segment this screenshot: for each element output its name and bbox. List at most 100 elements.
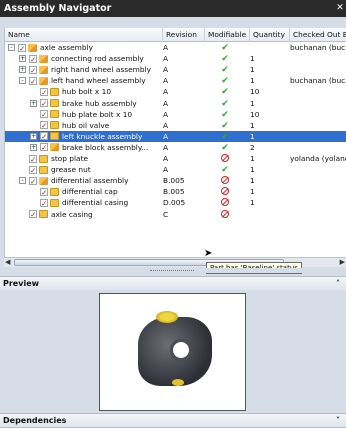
collapse-icon[interactable]: - bbox=[19, 177, 26, 185]
row-checked-out-by bbox=[290, 164, 346, 175]
load-checkbox[interactable]: ✓ bbox=[40, 110, 48, 118]
row-revision: A bbox=[163, 142, 169, 152]
row-name: left knuckle assembly bbox=[62, 131, 143, 141]
tree-row[interactable]: ✓ axle casing C bbox=[5, 209, 346, 220]
load-checkbox[interactable]: ✓ bbox=[40, 132, 48, 141]
collapse-icon[interactable]: - bbox=[8, 44, 15, 51]
scroll-left-icon[interactable]: ◀ bbox=[5, 258, 10, 267]
close-icon[interactable]: ✕ bbox=[335, 0, 345, 17]
expand-icon[interactable]: + bbox=[19, 55, 26, 63]
load-checkbox[interactable]: ✓ bbox=[29, 154, 37, 163]
expand-icon[interactable]: + bbox=[30, 144, 37, 151]
part-icon bbox=[39, 210, 48, 218]
tree-row[interactable]: ✓ hub plate bolt x 10 A ✔ 10 bbox=[5, 109, 346, 120]
load-checkbox[interactable]: ✓ bbox=[29, 76, 37, 85]
collapse-up-icon[interactable]: ˄ bbox=[336, 277, 340, 291]
row-quantity: 1 bbox=[250, 98, 255, 108]
row-revision: A bbox=[163, 98, 169, 108]
not-modifiable-icon bbox=[205, 197, 245, 208]
part-icon bbox=[50, 187, 59, 196]
row-checked-out-by bbox=[290, 186, 346, 197]
row-name: brake hub assembly bbox=[62, 98, 137, 108]
load-checkbox[interactable]: ✓ bbox=[40, 187, 48, 196]
preview-section-header[interactable]: Preview ˄ bbox=[0, 276, 346, 291]
load-checkbox[interactable]: ✓ bbox=[40, 99, 48, 107]
expand-icon[interactable]: + bbox=[19, 66, 26, 74]
assembly-icon bbox=[28, 43, 37, 52]
row-quantity: 1 bbox=[250, 120, 255, 130]
expand-icon[interactable]: + bbox=[30, 133, 37, 140]
scroll-right-icon[interactable]: ▶ bbox=[340, 258, 345, 267]
part-icon bbox=[50, 87, 59, 96]
row-checked-out-by bbox=[290, 142, 346, 153]
dependencies-title: Dependencies bbox=[3, 416, 67, 425]
expand-icon[interactable]: + bbox=[30, 99, 37, 107]
tree-row[interactable]: ✓ differential cap B.005 1 bbox=[5, 186, 346, 197]
load-checkbox[interactable]: ✓ bbox=[29, 176, 37, 185]
load-checkbox[interactable]: ✓ bbox=[29, 165, 37, 174]
row-quantity: 10 bbox=[250, 87, 260, 97]
knuckle-cap-shape bbox=[156, 311, 178, 323]
tree-row[interactable]: + ✓ brake hub assembly A ✔ 1 bbox=[5, 98, 346, 109]
assembly-icon bbox=[50, 143, 59, 152]
knuckle-model-image bbox=[138, 311, 212, 386]
row-quantity: 1 bbox=[250, 54, 255, 64]
assembly-icon bbox=[39, 65, 48, 74]
row-name: brake block assembly... bbox=[62, 142, 149, 152]
tree-row[interactable]: -✓ axle assembly A ✔ buchanan (buc... bbox=[5, 42, 346, 53]
load-checkbox[interactable]: ✓ bbox=[40, 198, 48, 207]
load-checkbox[interactable]: ✓ bbox=[18, 43, 26, 52]
tree-row[interactable]: - ✓ differential assembly B.005 1 bbox=[5, 175, 346, 186]
load-checkbox[interactable]: ✓ bbox=[29, 65, 37, 74]
row-name: axle assembly bbox=[40, 43, 93, 52]
tree-row[interactable]: + ✓ connecting rod assembly A ✔ 1 bbox=[5, 53, 346, 64]
part-icon bbox=[50, 99, 59, 107]
row-checked-out-by bbox=[290, 98, 346, 109]
tree-row[interactable]: ✓ stop plate A 1 yolanda (yolanda bbox=[5, 153, 346, 164]
row-revision: A bbox=[163, 87, 169, 97]
tree-row[interactable]: - ✓ left hand wheel assembly A ✔ 1 buchanan (b… bbox=[5, 75, 346, 86]
tree-row[interactable]: + ✓ right hand wheel assembly A ✔ 1 bbox=[5, 64, 346, 75]
column-header-modifiable[interactable]: Modifiable bbox=[205, 28, 250, 42]
mouse-cursor-icon: ➤ bbox=[204, 248, 213, 259]
collapse-icon[interactable]: - bbox=[19, 77, 26, 85]
tree-row[interactable]: ✓ differential casing D.005 1 bbox=[5, 197, 346, 208]
tree-row[interactable]: + ✓ brake block assembly... A ✔ 2 bbox=[5, 142, 346, 153]
part-icon bbox=[50, 121, 59, 130]
row-name: grease nut bbox=[51, 165, 91, 175]
tree-row[interactable]: ✓ hub bolt x 10 A ✔ 10 bbox=[5, 86, 346, 97]
modifiable-check-icon: ✔ bbox=[221, 54, 229, 65]
knuckle-bore-shape bbox=[170, 339, 192, 361]
expand-down-icon[interactable]: ˅ bbox=[336, 414, 340, 428]
column-header-name[interactable]: Name bbox=[5, 28, 163, 42]
row-checked-out-by: buchanan (buc... bbox=[290, 76, 346, 86]
part-icon bbox=[50, 198, 59, 207]
row-quantity: 1 bbox=[250, 76, 255, 86]
row-checked-out-by bbox=[290, 197, 346, 208]
column-header-checked-out-by[interactable]: Checked Out By bbox=[290, 28, 346, 42]
load-checkbox[interactable]: ✓ bbox=[29, 54, 37, 63]
row-revision: A bbox=[163, 165, 169, 175]
row-checked-out-by: yolanda (yolanda bbox=[290, 154, 346, 163]
modifiable-check-icon: ✔ bbox=[221, 120, 229, 131]
tree-row[interactable]: ✓ hub oil valve A ✔ 1 bbox=[5, 120, 346, 131]
assembly-icon bbox=[39, 176, 48, 185]
column-header-revision[interactable]: Revision bbox=[163, 28, 205, 42]
dependencies-section-header[interactable]: Dependencies ˅ bbox=[0, 413, 346, 428]
row-checked-out-by: buchanan (buc... bbox=[290, 43, 346, 52]
load-checkbox[interactable]: ✓ bbox=[40, 87, 48, 96]
tree-row[interactable]: ✓ grease nut A ✔ 1 bbox=[5, 164, 346, 175]
row-quantity: 1 bbox=[250, 198, 255, 208]
row-revision: A bbox=[163, 43, 169, 52]
not-modifiable-icon bbox=[205, 209, 245, 220]
row-quantity: 1 bbox=[250, 165, 255, 175]
load-checkbox[interactable]: ✓ bbox=[40, 121, 48, 129]
splitter-grip-icon[interactable] bbox=[150, 270, 194, 272]
load-checkbox[interactable]: ✓ bbox=[40, 143, 48, 152]
row-checked-out-by bbox=[290, 53, 346, 64]
row-revision: B.005 bbox=[163, 176, 185, 186]
part-icon bbox=[39, 165, 48, 174]
column-header-quantity[interactable]: Quantity bbox=[250, 28, 290, 42]
tree-row[interactable]: + ✓ left knuckle assembly A ✔ 1 bbox=[5, 130, 346, 142]
load-checkbox[interactable]: ✓ bbox=[29, 210, 37, 218]
